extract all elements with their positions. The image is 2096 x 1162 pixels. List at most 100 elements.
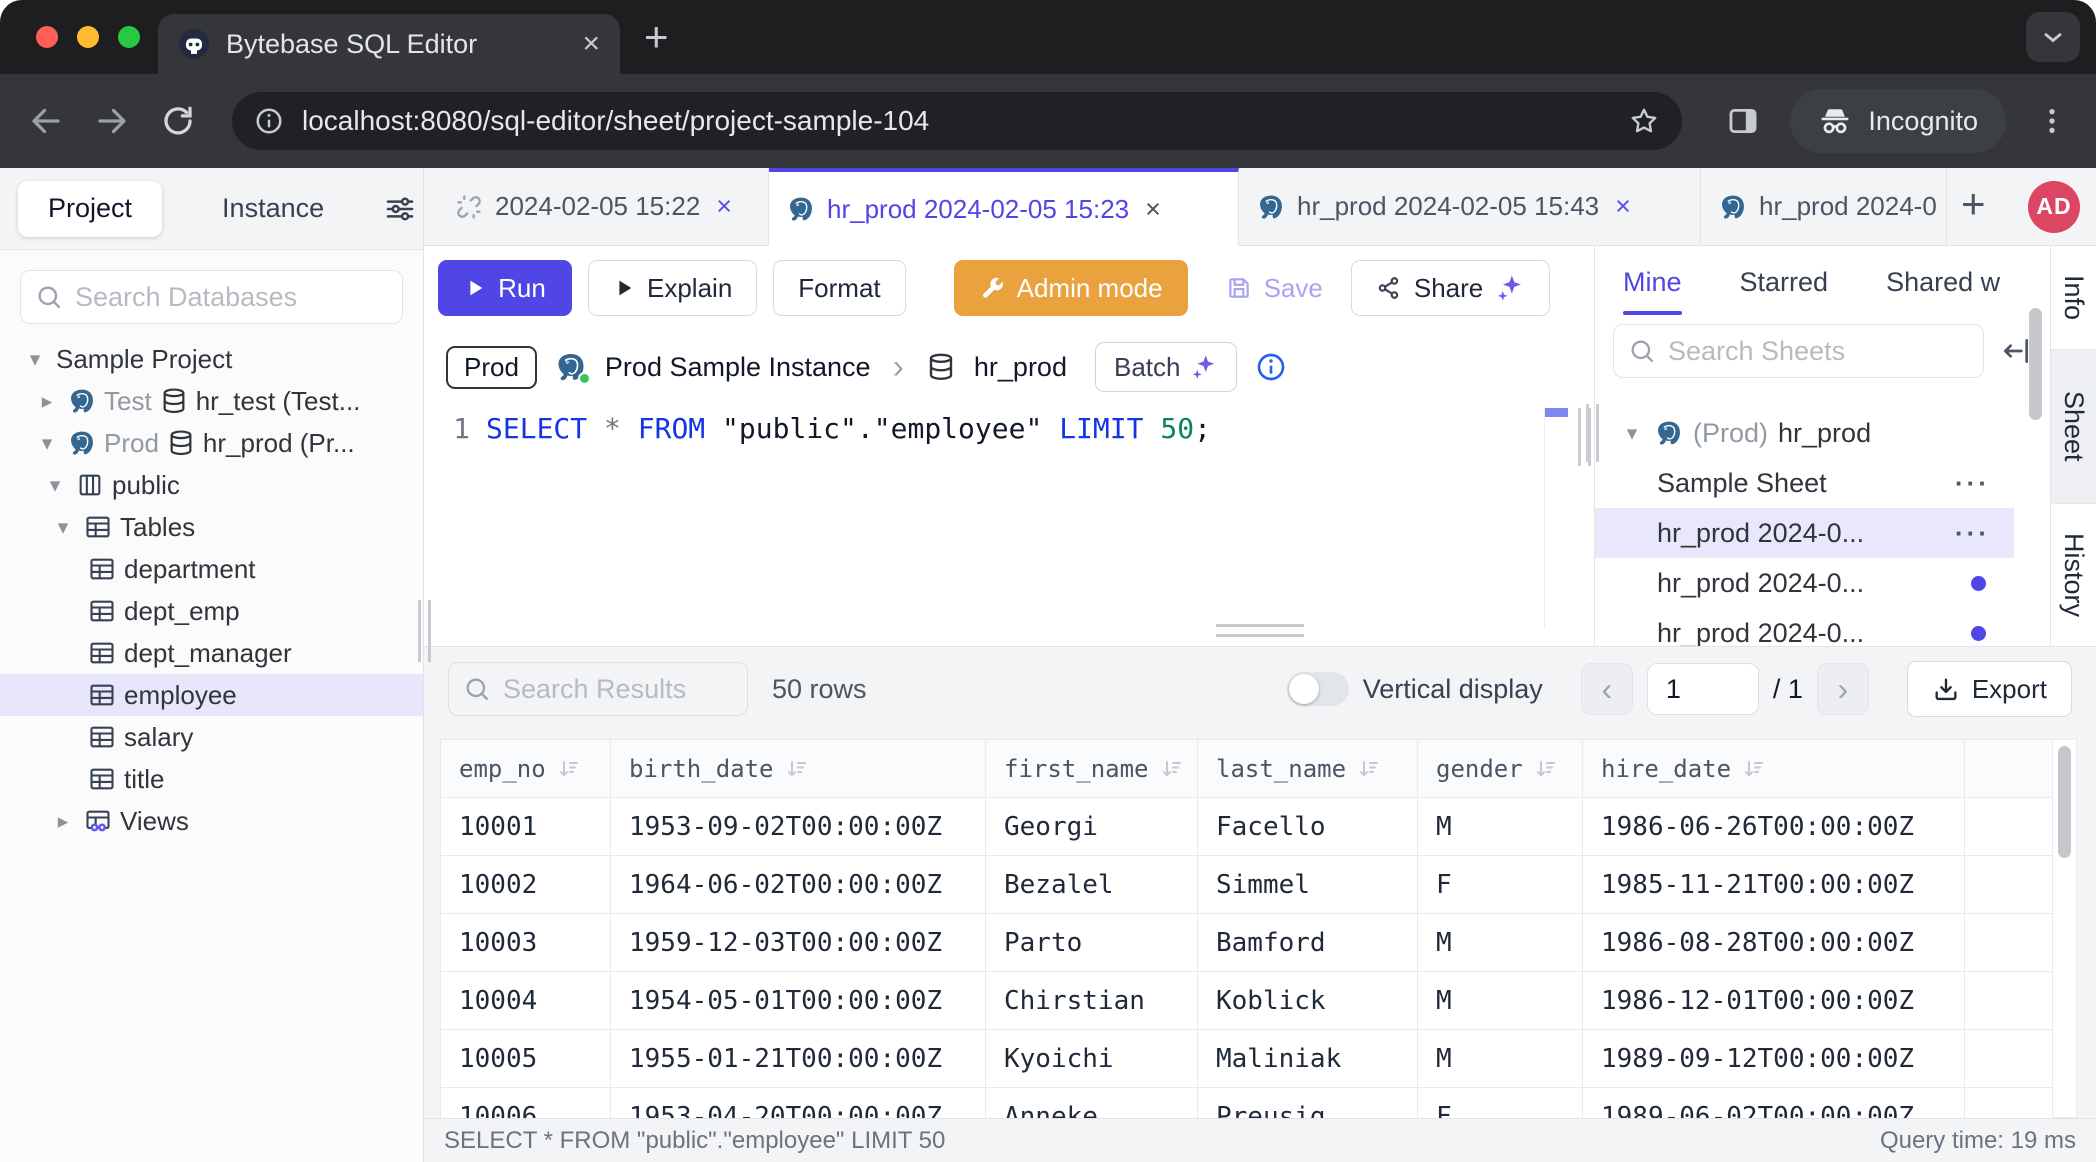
table-cell[interactable]: Bezalel [986, 856, 1198, 914]
table-cell[interactable]: M [1418, 1030, 1583, 1088]
table-cell[interactable]: M [1418, 798, 1583, 856]
column-header-emp-no[interactable]: emp_no [441, 740, 611, 798]
url-bar[interactable]: localhost:8080/sql-editor/sheet/project-… [232, 92, 1682, 150]
table-cell[interactable]: 10004 [441, 972, 611, 1030]
close-sheet-icon[interactable]: × [1615, 193, 1631, 220]
next-page-button[interactable]: › [1817, 663, 1869, 715]
tree-item-department[interactable]: department [0, 548, 423, 590]
table-cell[interactable]: Preusig [1198, 1088, 1418, 1119]
editor-tab-2[interactable]: hr_prod 2024-02-05 15:23× [769, 168, 1239, 246]
page-input[interactable]: 1 [1647, 663, 1759, 715]
close-tab-icon[interactable]: × [582, 29, 600, 59]
share-button[interactable]: Share [1351, 260, 1550, 316]
batch-button[interactable]: Batch [1095, 342, 1238, 392]
tree-item-views[interactable]: ▸Views [0, 800, 423, 842]
browser-menu-icon[interactable] [2036, 105, 2068, 137]
table-cell[interactable]: 1989-06-02T00:00:00Z [1583, 1088, 1965, 1119]
avatar[interactable]: AD [2028, 181, 2080, 233]
table-cell[interactable]: 1955-01-21T00:00:00Z [611, 1030, 986, 1088]
editor-minimap[interactable] [1544, 406, 1568, 628]
caret-right-icon[interactable]: ▸ [50, 809, 76, 834]
table-cell[interactable]: 1954-05-01T00:00:00Z [611, 972, 986, 1030]
column-header-birth-date[interactable]: birth_date [611, 740, 986, 798]
table-scrollbar[interactable] [2053, 739, 2077, 1118]
back-icon[interactable] [28, 103, 64, 139]
caret-down-icon[interactable]: ▾ [22, 347, 48, 372]
caret-down-icon[interactable]: ▾ [34, 431, 60, 456]
table-cell[interactable]: 1989-09-12T00:00:00Z [1583, 1030, 1965, 1088]
sheet-item-hr-prod-2024-0[interactable]: hr_prod 2024-0... [1595, 558, 2014, 608]
tree-item-tables[interactable]: ▾Tables [0, 506, 423, 548]
table-row[interactable]: 100011953-09-02T00:00:00ZGeorgiFacelloM1… [441, 798, 2053, 856]
site-info-icon[interactable] [254, 106, 284, 136]
sheet-menu-icon[interactable]: ··· [1955, 468, 1990, 499]
database-name[interactable]: hr_prod [974, 352, 1067, 383]
table-cell[interactable]: Simmel [1198, 856, 1418, 914]
filter-sliders-icon[interactable] [384, 193, 416, 225]
tab-history[interactable]: History [2051, 504, 2096, 646]
tree-item-title[interactable]: title [0, 758, 423, 800]
sheets-scrollbar[interactable] [2029, 308, 2042, 420]
tab-sheet[interactable]: Sheet [2051, 350, 2096, 504]
tab-info[interactable]: Info [2051, 246, 2096, 350]
caret-right-icon[interactable]: ▸ [34, 389, 60, 414]
table-cell[interactable]: 10006 [441, 1088, 611, 1119]
bookmark-star-icon[interactable] [1628, 105, 1660, 137]
sheet-item-hr-prod-2024-0[interactable]: hr_prod 2024-0... [1595, 608, 2014, 646]
close-window-button[interactable] [36, 26, 58, 48]
run-button[interactable]: Run [438, 260, 572, 316]
table-row[interactable]: 100051955-01-21T00:00:00ZKyoichiMaliniak… [441, 1030, 2053, 1088]
table-cell[interactable]: 1953-09-02T00:00:00Z [611, 798, 986, 856]
table-cell[interactable]: 1959-12-03T00:00:00Z [611, 914, 986, 972]
tree-item-employee[interactable]: employee [0, 674, 423, 716]
table-row[interactable]: 100031959-12-03T00:00:00ZPartoBamfordM19… [441, 914, 2053, 972]
table-cell[interactable]: Facello [1198, 798, 1418, 856]
editor-tab-3[interactable]: hr_prod 2024-02-05 15:43× [1239, 168, 1701, 245]
close-sheet-icon[interactable]: × [716, 193, 732, 220]
table-cell[interactable]: 1985-11-21T00:00:00Z [1583, 856, 1965, 914]
editor-tab-1[interactable]: 2024-02-05 15:22× [437, 168, 769, 245]
sheets-panel-resize-handle[interactable] [1586, 404, 1599, 462]
info-icon[interactable] [1255, 351, 1287, 383]
table-cell[interactable]: 10005 [441, 1030, 611, 1088]
side-panel-icon[interactable] [1726, 104, 1760, 138]
table-cell[interactable]: 1986-12-01T00:00:00Z [1583, 972, 1965, 1030]
table-cell[interactable]: Georgi [986, 798, 1198, 856]
table-cell[interactable]: Parto [986, 914, 1198, 972]
tree-item-salary[interactable]: salary [0, 716, 423, 758]
table-row[interactable]: 100041954-05-01T00:00:00ZChirstianKoblic… [441, 972, 2053, 1030]
admin-mode-button[interactable]: Admin mode [954, 260, 1188, 316]
table-cell[interactable]: Chirstian [986, 972, 1198, 1030]
table-cell[interactable]: M [1418, 972, 1583, 1030]
forward-icon[interactable] [94, 103, 130, 139]
table-row[interactable]: 100021964-06-02T00:00:00ZBezalelSimmelF1… [441, 856, 2053, 914]
search-results-input[interactable]: Search Results [448, 662, 748, 716]
table-cell[interactable]: 10002 [441, 856, 611, 914]
sidebar-resize-handle[interactable] [418, 600, 431, 662]
tab-search-button[interactable] [2026, 12, 2080, 62]
column-header-last-name[interactable]: last_name [1198, 740, 1418, 798]
minimize-window-button[interactable] [77, 26, 99, 48]
close-sheet-icon[interactable]: × [1145, 196, 1161, 223]
tab-instance[interactable]: Instance [192, 181, 354, 237]
tree-item-hr-prod-pr[interactable]: ▾Prodhr_prod (Pr... [0, 422, 423, 464]
tree-item-public[interactable]: ▾public [0, 464, 423, 506]
results-resize-handle[interactable] [1216, 624, 1304, 637]
sheet-item-hr-prod-2024-0[interactable]: hr_prod 2024-0...··· [1595, 508, 2014, 558]
tree-item-hr-test-test[interactable]: ▸Testhr_test (Test... [0, 380, 423, 422]
new-sheet-button[interactable]: + [1961, 183, 1986, 225]
table-cell[interactable]: Bamford [1198, 914, 1418, 972]
zoom-window-button[interactable] [118, 26, 140, 48]
search-sheets-input[interactable]: Search Sheets [1613, 324, 1984, 378]
table-cell[interactable]: Maliniak [1198, 1030, 1418, 1088]
table-cell[interactable]: 10001 [441, 798, 611, 856]
caret-down-icon[interactable]: ▾ [1619, 421, 1645, 446]
export-button[interactable]: Export [1907, 661, 2072, 717]
search-databases-input[interactable]: Search Databases [20, 270, 403, 324]
tree-item-sample-project[interactable]: ▾Sample Project [0, 338, 423, 380]
column-header-first-name[interactable]: first_name [986, 740, 1198, 798]
table-cell[interactable]: 1953-04-20T00:00:00Z [611, 1088, 986, 1119]
sheet-menu-icon[interactable]: ··· [1955, 518, 1990, 549]
table-cell[interactable]: 1986-08-28T00:00:00Z [1583, 914, 1965, 972]
sheet-group-hr-prod[interactable]: ▾(Prod)hr_prod [1595, 408, 2014, 458]
